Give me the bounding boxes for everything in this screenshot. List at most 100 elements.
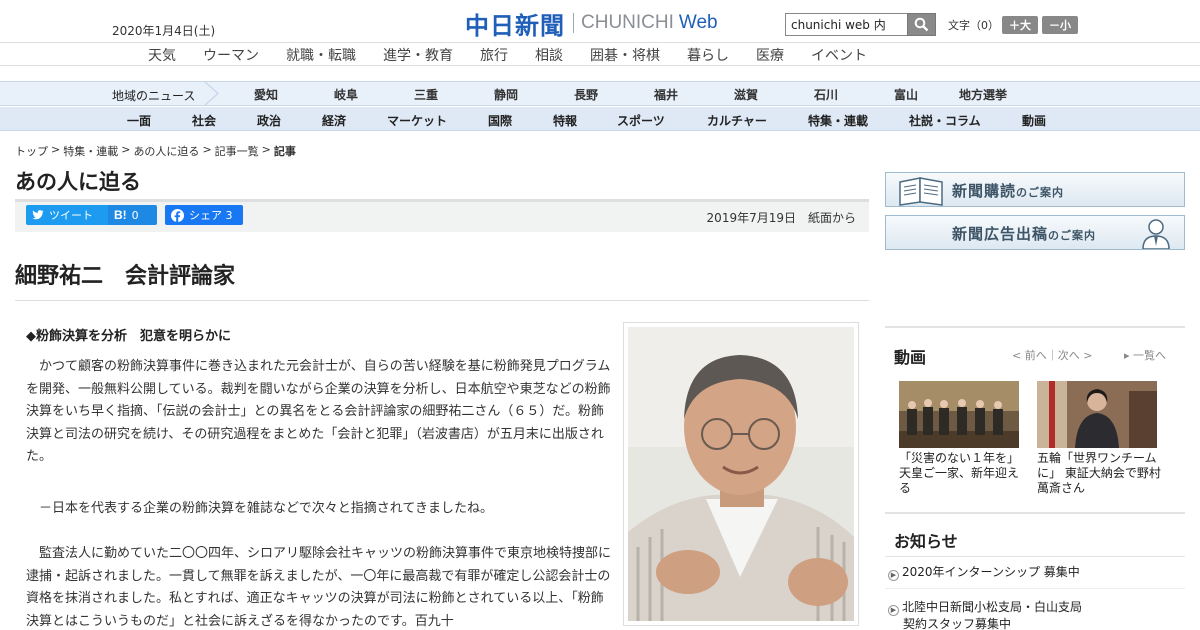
- category-link[interactable]: 就職・転職: [286, 45, 356, 65]
- font-smaller-button[interactable]: －小: [1042, 16, 1078, 34]
- category-link[interactable]: ウーマン: [203, 45, 259, 65]
- hatena-count: 0: [131, 208, 139, 222]
- font-larger-button[interactable]: ＋大: [1002, 16, 1038, 34]
- video-thumbnail-image: [1037, 381, 1157, 448]
- hatena-icon: B!: [114, 208, 127, 222]
- logo-divider: [573, 13, 574, 33]
- divider: [885, 556, 1185, 557]
- logo-web: Web: [678, 12, 718, 33]
- article-paragraph: 監査法人に勤めていた二〇〇四年、シロアリ駆除会社キャッツの粉飾決算事件で東京地検…: [26, 546, 612, 629]
- article-paragraph: かつて顧客の粉飾決算事件に巻き込まれた元会計士が、自らの苦い経験を基に粉飾発見プ…: [26, 359, 611, 464]
- category-nav: 天気 ウーマン 就職・転職 進学・教育 旅行 相談 囲碁・将棋 暮らし 医療 イ…: [0, 42, 1200, 66]
- notice-item[interactable]: ▶ 2020年インターンシップ 募集中: [888, 564, 1080, 581]
- site-logo[interactable]: 中日新聞 CHUNICHI Web: [465, 8, 718, 40]
- facebook-share-label: シェア: [189, 209, 222, 222]
- category-link[interactable]: 暮らし: [687, 45, 729, 65]
- tweet-label: ツイート: [49, 209, 93, 222]
- article-headline: 細野祐二 会計評論家: [15, 264, 236, 289]
- region-link[interactable]: 岐阜: [334, 86, 358, 103]
- share-bar: ツイート B! 0 シェア 3 2019年7月19日 紙面から: [15, 199, 869, 232]
- site-header: 2020年1月4日(土) 中日新聞 CHUNICHI Web 文字（0） ＋大 …: [0, 0, 1200, 42]
- section-link[interactable]: 政治: [257, 112, 281, 129]
- section-link[interactable]: 社説・コラム: [909, 112, 981, 129]
- region-link[interactable]: 地方選挙: [959, 86, 1007, 103]
- category-link[interactable]: イベント: [811, 45, 867, 65]
- notice-widget-title: お知らせ: [894, 532, 958, 551]
- video-pager: < 前へ｜次へ >: [1012, 349, 1093, 362]
- logo-japanese: 中日新聞: [465, 10, 565, 40]
- breadcrumb-link[interactable]: 記事一覧: [215, 143, 259, 159]
- portrait-image: [628, 327, 854, 621]
- logo-english: CHUNICHI: [581, 12, 674, 33]
- divider: [885, 326, 1185, 328]
- region-link[interactable]: 愛知: [254, 86, 278, 103]
- hatena-bookmark-button[interactable]: B! 0: [108, 205, 157, 225]
- region-link[interactable]: 静岡: [494, 86, 518, 103]
- article-date: 2019年7月19日 紙面から: [706, 211, 856, 225]
- video-next-link[interactable]: 次へ >: [1058, 349, 1093, 362]
- category-link[interactable]: 天気: [148, 45, 176, 65]
- article-paragraph: －日本を代表する企業の粉飾決算を雑誌などで次々と指摘されてきましたね。: [26, 501, 493, 516]
- divider: [885, 512, 1185, 514]
- region-link[interactable]: 石川: [814, 86, 838, 103]
- section-nav: 一面 社会 政治 経済 マーケット 国際 特報 スポーツ カルチャー 特集・連載…: [0, 107, 1200, 131]
- search-input[interactable]: [785, 13, 908, 36]
- section-link[interactable]: 一面: [127, 112, 151, 129]
- facebook-share-button[interactable]: シェア 3: [165, 205, 243, 225]
- search-button[interactable]: [907, 13, 936, 36]
- category-link[interactable]: 囲碁・将棋: [590, 45, 660, 65]
- breadcrumb-link[interactable]: 特集・連載: [63, 143, 118, 159]
- region-link[interactable]: 滋賀: [734, 86, 758, 103]
- breadcrumb: トップ > 特集・連載 > あの人に迫る > 記事一覧 > 記事: [15, 143, 296, 159]
- section-link[interactable]: 動画: [1022, 112, 1046, 129]
- breadcrumb-separator: >: [202, 143, 212, 156]
- subscription-banner[interactable]: 新聞購読のご案内: [885, 172, 1185, 207]
- category-link[interactable]: 医療: [756, 45, 784, 65]
- section-link[interactable]: 社会: [192, 112, 216, 129]
- breadcrumb-separator: >: [121, 143, 131, 156]
- section-link[interactable]: スポーツ: [617, 112, 665, 129]
- region-link[interactable]: 福井: [654, 86, 678, 103]
- advertising-banner[interactable]: 新聞広告出稿のご案内: [885, 215, 1185, 250]
- category-link[interactable]: 相談: [535, 45, 563, 65]
- facebook-share-count: 3: [225, 208, 233, 222]
- video-thumbnail-image: [899, 381, 1019, 448]
- section-link[interactable]: 国際: [488, 112, 512, 129]
- notice-item[interactable]: ▶ 北陸中日新聞小松支局・白山支局 契約スタッフ募集中: [888, 599, 1082, 630]
- tweet-button[interactable]: ツイート: [26, 205, 118, 225]
- advertising-banner-label: 新聞広告出稿のご案内: [952, 225, 1097, 243]
- video-list-link[interactable]: ▸ 一覧へ: [1124, 347, 1166, 363]
- section-link[interactable]: 経済: [322, 112, 346, 129]
- category-link[interactable]: 旅行: [480, 45, 508, 65]
- breadcrumb-separator: >: [261, 143, 271, 156]
- facebook-icon: [171, 208, 184, 222]
- article-subhead: ◆粉飾決算を分析 犯意を明らかに: [26, 329, 231, 344]
- section-link[interactable]: 特集・連載: [808, 112, 868, 129]
- arrow-right-icon: ▶: [888, 605, 899, 616]
- subscription-banner-label: 新聞購読のご案内: [952, 182, 1065, 200]
- divider: [885, 588, 1185, 589]
- category-link[interactable]: 進学・教育: [383, 45, 453, 65]
- section-link[interactable]: マーケット: [387, 112, 447, 129]
- divider: [15, 300, 869, 301]
- video-widget-title: 動画: [894, 348, 927, 367]
- video-caption[interactable]: 「災害のない１年を」 天皇ご一家、新年迎える: [899, 451, 1025, 496]
- newspaper-icon: [899, 177, 943, 206]
- breadcrumb-link[interactable]: あの人に迫る: [133, 143, 199, 159]
- region-nav: 地域のニュース 愛知 岐阜 三重 静岡 長野 福井 滋賀 石川 富山 地方選挙: [0, 81, 1200, 106]
- section-link[interactable]: カルチャー: [707, 112, 767, 129]
- region-link[interactable]: 長野: [574, 86, 598, 103]
- twitter-icon: [32, 210, 44, 220]
- video-prev-link[interactable]: < 前へ: [1012, 349, 1047, 362]
- breadcrumb-link[interactable]: トップ: [15, 143, 48, 159]
- breadcrumb-current: 記事: [273, 145, 296, 158]
- article-photo[interactable]: [623, 322, 859, 626]
- region-link[interactable]: 富山: [894, 86, 918, 103]
- section-link[interactable]: 特報: [553, 112, 577, 129]
- current-date: 2020年1月4日(土): [112, 24, 216, 38]
- video-thumbnail[interactable]: [899, 381, 1019, 448]
- region-link[interactable]: 三重: [414, 86, 438, 103]
- breadcrumb-separator: >: [51, 143, 61, 156]
- video-thumbnail[interactable]: [1037, 381, 1157, 448]
- video-caption[interactable]: 五輪「世界ワンチームに」 東証大納会で野村萬斎さん: [1037, 451, 1162, 496]
